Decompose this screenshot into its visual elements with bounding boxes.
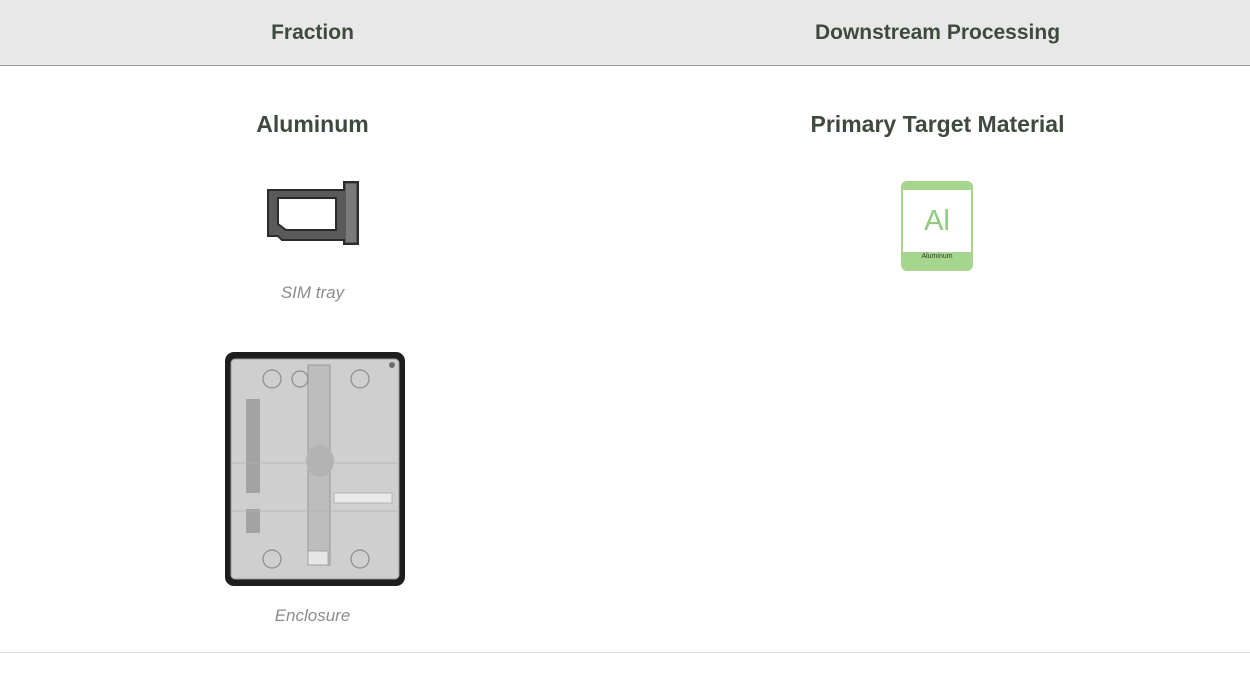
enclosure-caption: Enclosure [274, 606, 351, 625]
header-downstream-processing: Downstream Processing [814, 21, 1061, 44]
table-header: Fraction Downstream Processing [0, 0, 1250, 66]
material-name: Aluminum [921, 253, 953, 260]
bottom-divider [0, 652, 1250, 653]
header-fraction: Fraction [271, 21, 354, 44]
material-symbol: Al [924, 205, 950, 237]
enclosure-icon [225, 352, 405, 586]
sim-tray-icon [267, 181, 359, 245]
fraction-title: Aluminum [256, 111, 369, 137]
material-card-aluminum: Al Aluminum [901, 181, 973, 271]
processing-title: Primary Target Material [810, 111, 1065, 137]
sim-tray-caption: SIM tray [280, 283, 345, 302]
material-card-face: Al [903, 190, 971, 252]
